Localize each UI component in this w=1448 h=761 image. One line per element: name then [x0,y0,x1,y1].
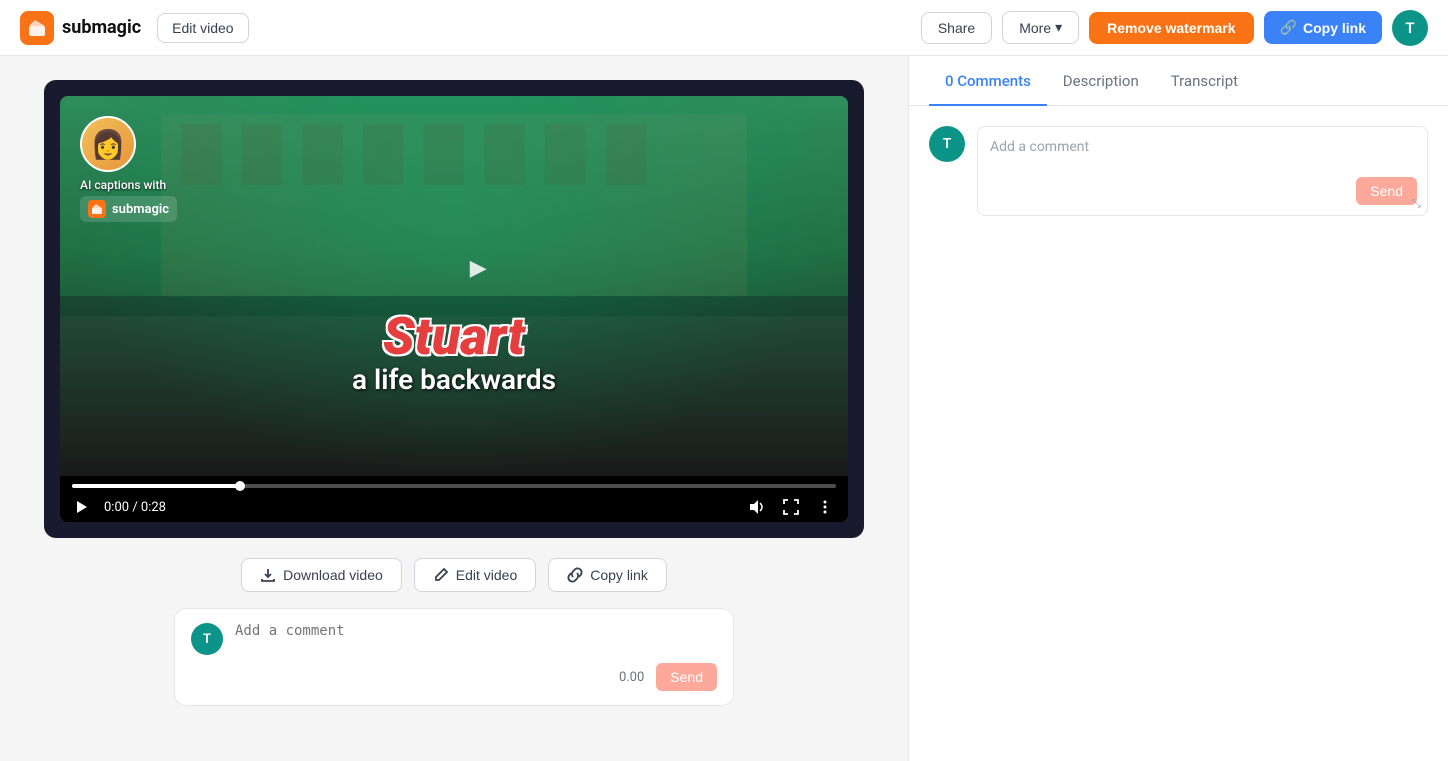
avatar[interactable]: T [1392,10,1428,46]
download-label: Download video [283,567,383,583]
volume-button[interactable] [746,496,768,518]
comment-input-main[interactable] [235,623,717,655]
video-wrapper: ▶ 👩 AI captions with [60,96,848,522]
comment-input-footer: 0.00 Send [235,663,717,691]
comment-box-main: T 0.00 Send [174,608,734,706]
char-count-main: 0.00 [619,670,644,685]
time-separator: / [132,500,141,515]
video-scene[interactable]: ▶ 👩 AI captions with [60,96,848,476]
video-scene-svg [60,96,848,476]
left-panel: ▶ 👩 AI captions with [0,56,908,761]
time-total: 0:28 [141,500,166,515]
main-content: ▶ 👩 AI captions with [0,56,1448,761]
tab-comments[interactable]: 0 Comments [929,56,1047,106]
right-comment-placeholder[interactable]: Add a comment [990,139,1415,155]
video-actions: Download video Edit video Copy link [241,558,667,592]
link-icon: 🔗 [1280,19,1297,36]
more-label: More [1019,20,1051,36]
edit-video-button-header[interactable]: Edit video [157,13,248,43]
right-comment-avatar: T [929,126,965,162]
video-container: ▶ 👩 AI captions with [44,80,864,538]
controls-row: 0:00 / 0:28 [72,496,836,518]
send-button-main[interactable]: Send [656,663,717,691]
tabs-header: 0 Comments Description Transcript [909,56,1448,106]
logo-text: submagic [62,17,141,38]
copy-link-label: Copy link [590,567,648,583]
progress-bar[interactable] [72,484,836,488]
controls-left: 0:00 / 0:28 [72,497,166,517]
more-options-button[interactable] [814,496,836,518]
watermark-logo: submagic [80,196,177,222]
video-controls: 0:00 / 0:28 [60,476,848,522]
more-button[interactable]: More ▾ [1002,11,1079,44]
right-comment-input-wrapper: Add a comment Send ⤡ [977,126,1428,216]
right-send-button[interactable]: Send [1356,177,1417,205]
watermark-logo-icon [88,200,106,218]
watermark-logo-text: submagic [112,202,169,217]
watermark-avatar: 👩 [80,116,136,172]
tab-transcript[interactable]: Transcript [1155,56,1254,106]
header: submagic Edit video Share More ▾ Remove … [0,0,1448,56]
time-current: 0:00 [104,500,129,515]
play-button[interactable] [72,497,92,517]
watermark-ai-text: AI captions with [80,178,177,192]
copy-link-label: Copy link [1303,20,1366,36]
right-comment-row: T Add a comment Send ⤡ [929,126,1428,216]
watermark-overlay: 👩 AI captions with submagic [80,116,177,222]
share-button[interactable]: Share [921,12,992,44]
progress-bar-fill [72,484,240,488]
remove-watermark-button[interactable]: Remove watermark [1089,12,1253,44]
tab-description[interactable]: Description [1047,56,1155,106]
copy-link-button-header[interactable]: 🔗 Copy link [1264,11,1382,44]
comment-input-area: 0.00 Send [235,623,717,691]
caption-sub-text: a life backwards [60,363,848,396]
edit-video-button[interactable]: Edit video [414,558,536,592]
tab-content-comments: T Add a comment Send ⤡ [909,106,1448,761]
download-video-button[interactable]: Download video [241,558,402,592]
logo: submagic [20,11,141,45]
caption-main-text: Stuart [60,311,848,363]
resize-handle: ⤡ [1411,196,1421,211]
header-left: submagic Edit video [20,11,249,45]
time-display: 0:00 / 0:28 [104,500,166,515]
logo-icon [20,11,54,45]
controls-right [746,496,836,518]
edit-label: Edit video [456,567,517,583]
chevron-down-icon: ▾ [1055,19,1062,36]
caption-overlay: Stuart a life backwards [60,311,848,396]
fullscreen-button[interactable] [780,496,802,518]
right-panel: 0 Comments Description Transcript T Add … [908,56,1448,761]
copy-link-button[interactable]: Copy link [548,558,667,592]
comment-avatar-main: T [191,623,223,655]
header-right: Share More ▾ Remove watermark 🔗 Copy lin… [921,10,1428,46]
